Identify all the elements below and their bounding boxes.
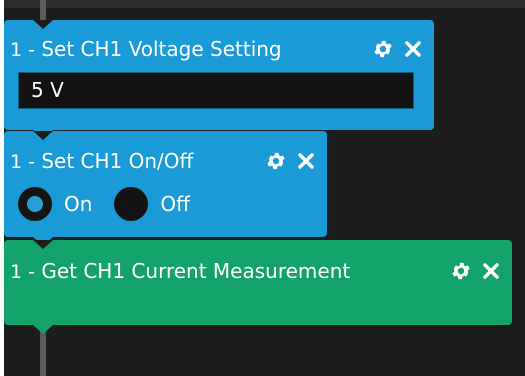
- radio-off[interactable]: Off: [114, 187, 190, 221]
- block-title-text: Get CH1 Current Measurement: [41, 259, 351, 283]
- block-notch: [33, 20, 53, 29]
- close-icon[interactable]: [293, 148, 319, 174]
- onoff-radio-group: On Off: [18, 187, 212, 221]
- block-title-text: Set CH1 On/Off: [41, 149, 194, 173]
- close-icon[interactable]: [400, 36, 426, 62]
- set-voltage-block[interactable]: 1 - Set CH1 Voltage Setting 5 V: [4, 20, 434, 139]
- radio-off-label[interactable]: Off: [160, 192, 190, 216]
- block-header: 1 - Set CH1 On/Off: [10, 146, 319, 176]
- set-onoff-block[interactable]: 1 - Set CH1 On/Off On Off: [4, 131, 327, 246]
- gear-icon[interactable]: [448, 258, 474, 284]
- radio-on[interactable]: On: [18, 187, 92, 221]
- block-index: 1 -: [10, 39, 35, 61]
- block-header: 1 - Set CH1 Voltage Setting: [10, 34, 426, 64]
- connector-line-top: [40, 0, 46, 20]
- top-bar: [4, 0, 525, 8]
- radio-off-circle[interactable]: [114, 187, 149, 221]
- gear-icon[interactable]: [370, 36, 396, 62]
- block-notch: [33, 240, 53, 249]
- block-notch: [33, 131, 53, 140]
- block-title: 1 - Get CH1 Current Measurement: [10, 259, 350, 283]
- get-current-block[interactable]: 1 - Get CH1 Current Measurement: [4, 240, 512, 334]
- close-icon[interactable]: [478, 258, 504, 284]
- sequence-canvas: 1 - Set CH1 Voltage Setting 5 V 1 - Set …: [4, 0, 525, 376]
- block-title: 1 - Set CH1 On/Off: [10, 149, 193, 173]
- block-title-text: Set CH1 Voltage Setting: [41, 37, 282, 61]
- block-notch-bottom: [33, 325, 53, 334]
- block-index: 1 -: [10, 261, 35, 283]
- block-title: 1 - Set CH1 Voltage Setting: [10, 37, 282, 61]
- gear-icon[interactable]: [263, 148, 289, 174]
- block-header: 1 - Get CH1 Current Measurement: [10, 256, 504, 286]
- radio-on-circle[interactable]: [18, 187, 52, 221]
- voltage-value-field[interactable]: 5 V: [18, 72, 414, 109]
- block-index: 1 -: [10, 151, 35, 173]
- radio-on-label[interactable]: On: [64, 192, 92, 216]
